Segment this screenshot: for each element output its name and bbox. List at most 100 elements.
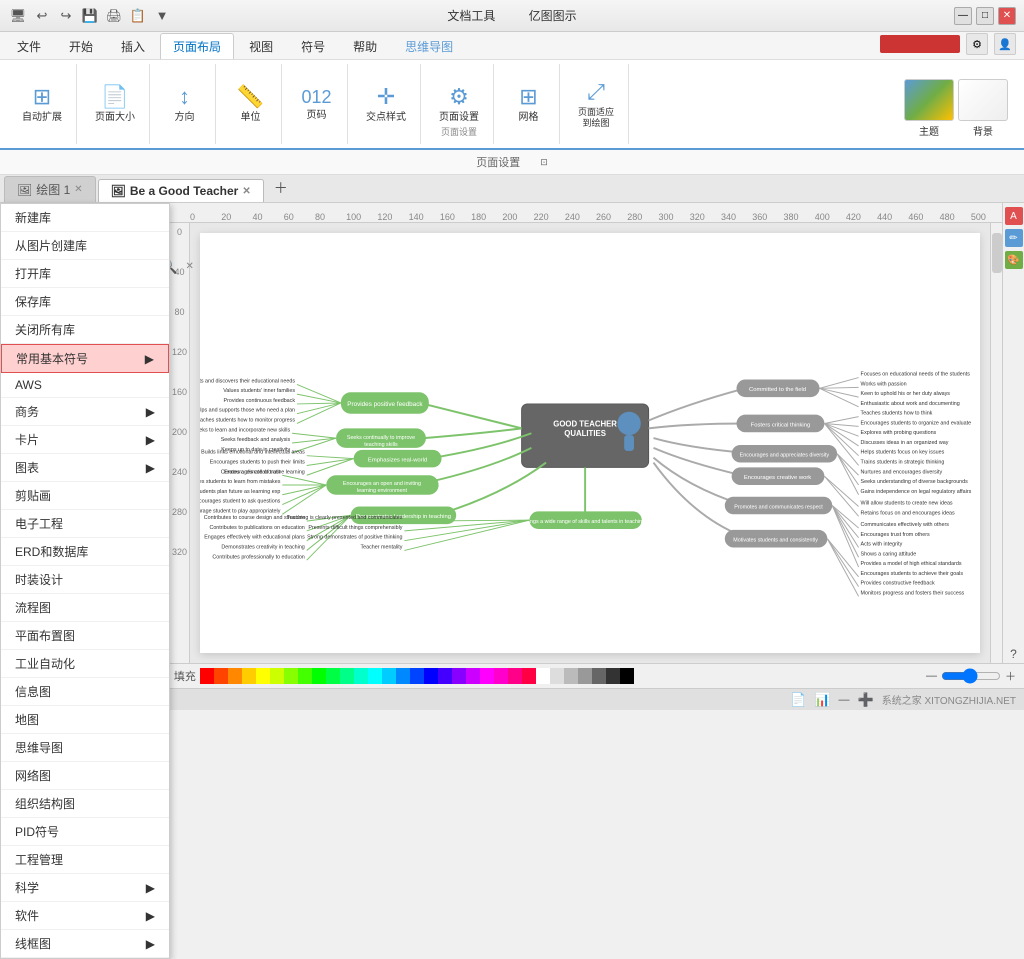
tab-symbol[interactable]: 符号 <box>288 33 338 59</box>
menu-item-mindmap[interactable]: 思维导图 <box>1 734 169 762</box>
edit-button[interactable]: ✏ <box>1005 229 1023 247</box>
color-swatch[interactable] <box>508 668 522 684</box>
menu-item-new-library[interactable]: 新建库 <box>1 204 169 232</box>
color-swatch[interactable] <box>466 668 480 684</box>
color-swatch[interactable] <box>438 668 452 684</box>
color-swatch[interactable] <box>200 668 214 684</box>
color-swatch[interactable] <box>494 668 508 684</box>
menu-item-wireframe[interactable]: 线框图 ▶ <box>1 930 169 958</box>
menu-item-industrial[interactable]: 工业自动化 <box>1 650 169 678</box>
menu-item-erd[interactable]: ERD和数据库 <box>1 538 169 566</box>
menu-item-open-library[interactable]: 打开库 <box>1 260 169 288</box>
theme-preview[interactable] <box>904 79 954 121</box>
tab-mindmap[interactable]: 思维导图 <box>392 33 466 59</box>
color-swatch[interactable] <box>480 668 494 684</box>
color-swatch[interactable] <box>298 668 312 684</box>
doc-tab-drawing1[interactable]: 🖼 绘图 1 ✕ <box>4 176 96 202</box>
ribbon-settings-icon[interactable]: ⚙ <box>966 33 988 55</box>
tab-drawing1-close[interactable]: ✕ <box>74 184 82 195</box>
grid-button[interactable]: ⊞ 网格 <box>506 80 551 128</box>
paste-icon[interactable]: 📋 <box>128 6 148 26</box>
color-swatch[interactable] <box>550 668 564 684</box>
fit-drawing-button[interactable]: ⤢ 页面适应到绘图 <box>572 75 620 133</box>
color-swatch[interactable] <box>424 668 438 684</box>
auto-expand-button[interactable]: ⊞ 自动扩展 <box>16 80 68 128</box>
page-num-button[interactable]: 012 页码 <box>294 83 339 126</box>
menu-item-common-symbols[interactable]: 常用基本符号 ▶ <box>1 344 169 373</box>
direction-button[interactable]: ↕ 方向 <box>162 80 207 128</box>
menu-item-save-library[interactable]: 保存库 <box>1 288 169 316</box>
redo-icon[interactable]: ↪ <box>56 6 76 26</box>
doc-tab-teacher[interactable]: 🖼 Be a Good Teacher ✕ <box>98 179 264 202</box>
color-swatch[interactable] <box>284 668 298 684</box>
menu-item-aws[interactable]: AWS <box>1 373 169 398</box>
tab-page-layout[interactable]: 页面布局 <box>160 33 234 59</box>
ribbon-user-icon[interactable]: 👤 <box>994 33 1016 55</box>
color-swatch[interactable] <box>620 668 634 684</box>
color-swatch[interactable] <box>592 668 606 684</box>
minimize-button[interactable]: — <box>954 7 972 25</box>
search-close-icon[interactable]: ✕ <box>185 261 193 272</box>
doc-icon[interactable]: 📄 <box>790 692 806 708</box>
menu-item-flowchart[interactable]: 流程图 <box>1 594 169 622</box>
add-tab-button[interactable]: ＋ <box>266 174 296 202</box>
tab-help[interactable]: 帮助 <box>340 33 390 59</box>
menu-item-clipart[interactable]: 剪贴画 <box>1 482 169 510</box>
save-icon[interactable]: 💾 <box>80 6 100 26</box>
menu-item-chart[interactable]: 图表 ▶ <box>1 454 169 482</box>
tab-insert[interactable]: 插入 <box>108 33 158 59</box>
add-icon[interactable]: ➕ <box>858 692 874 708</box>
menu-item-science[interactable]: 科学 ▶ <box>1 874 169 902</box>
bg-preview[interactable] <box>958 79 1008 121</box>
tab-start[interactable]: 开始 <box>56 33 106 59</box>
menu-item-business[interactable]: 商务 ▶ <box>1 398 169 426</box>
color-swatch[interactable] <box>452 668 466 684</box>
menu-item-infographic[interactable]: 信息图 <box>1 678 169 706</box>
more-icon[interactable]: ▼ <box>152 6 172 26</box>
menu-item-pid[interactable]: PID符号 <box>1 818 169 846</box>
menu-item-card[interactable]: 卡片 ▶ <box>1 426 169 454</box>
color-swatch[interactable] <box>312 668 326 684</box>
color-swatch[interactable] <box>564 668 578 684</box>
zoom-minus-icon[interactable]: — <box>926 670 937 682</box>
color-swatch[interactable] <box>368 668 382 684</box>
color-swatch[interactable] <box>396 668 410 684</box>
menu-item-create-from-image[interactable]: 从图片创建库 <box>1 232 169 260</box>
menu-item-software[interactable]: 软件 ▶ <box>1 902 169 930</box>
color-swatch[interactable] <box>354 668 368 684</box>
close-button[interactable]: ✕ <box>998 7 1016 25</box>
cross-style-button[interactable]: ✛ 交点样式 <box>360 80 412 128</box>
color-swatch[interactable] <box>410 668 424 684</box>
menu-item-electronics[interactable]: 电子工程 <box>1 510 169 538</box>
menu-item-fashion[interactable]: 时装设计 <box>1 566 169 594</box>
page-settings-button[interactable]: ⚙ 页面设置 <box>433 80 485 128</box>
zoom-plus-icon[interactable]: ＋ <box>1005 668 1016 684</box>
color-swatch[interactable] <box>382 668 396 684</box>
format-button[interactable]: A <box>1005 207 1023 225</box>
tab-teacher-close[interactable]: ✕ <box>242 186 250 197</box>
page-size-button[interactable]: 📄 页面大小 <box>89 80 141 128</box>
color-swatch[interactable] <box>256 668 270 684</box>
menu-item-map[interactable]: 地图 <box>1 706 169 734</box>
menu-item-close-all[interactable]: 关闭所有库 <box>1 316 169 344</box>
unit-button[interactable]: 📏 单位 <box>228 80 273 128</box>
drawing-canvas[interactable]: GOOD TEACHER QUALITIES Provides positive… <box>200 233 980 653</box>
print-icon[interactable]: 🖨 <box>104 6 124 26</box>
menu-item-engineering[interactable]: 工程管理 <box>1 846 169 874</box>
menu-item-network[interactable]: 网络图 <box>1 762 169 790</box>
vertical-scrollbar[interactable] <box>990 223 1002 663</box>
maximize-button[interactable]: □ <box>976 7 994 25</box>
color-swatch[interactable] <box>214 668 228 684</box>
color-swatch[interactable] <box>606 668 620 684</box>
undo-icon[interactable]: ↩ <box>32 6 52 26</box>
tab-view[interactable]: 视图 <box>236 33 286 59</box>
color-swatch[interactable] <box>270 668 284 684</box>
color-swatch[interactable] <box>536 668 550 684</box>
color-swatch[interactable] <box>578 668 592 684</box>
color-swatch[interactable] <box>242 668 256 684</box>
chart-icon[interactable]: 📊 <box>814 692 830 708</box>
color-button[interactable]: 🎨 <box>1005 251 1023 269</box>
tab-file[interactable]: 文件 <box>4 33 54 59</box>
color-swatch[interactable] <box>228 668 242 684</box>
help-icon[interactable]: ? <box>1005 645 1023 663</box>
